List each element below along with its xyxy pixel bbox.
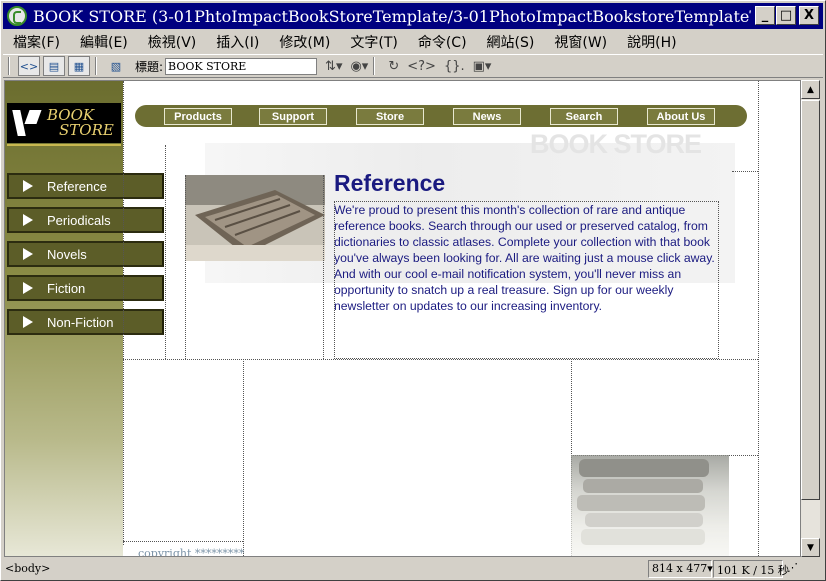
play-arrow-icon <box>23 214 33 226</box>
download-time-readout: 101 K / 15 秒 <box>713 560 789 578</box>
title-bar: BOOK STORE (3-01PhtoImpactBookStoreTempl… <box>3 3 823 29</box>
bookstore-logo: BOOK STORE <box>7 103 121 143</box>
file-management-icon[interactable]: ⇅▾ <box>325 59 342 74</box>
design-view-icon[interactable]: ▦ <box>68 56 90 76</box>
design-view[interactable]: BOOK STORE BOOK STORE Products Support S… <box>4 80 801 557</box>
nav-search[interactable]: Search <box>550 108 618 125</box>
side-nav-periodicals[interactable]: Periodicals <box>7 207 164 233</box>
table-guide <box>123 81 124 545</box>
toolbar-separator <box>95 57 97 75</box>
side-nav-reference[interactable]: Reference <box>7 173 164 199</box>
table-guide <box>123 541 243 542</box>
refresh-icon[interactable]: ↻ <box>388 59 399 74</box>
table-guide <box>123 359 758 360</box>
status-bar: <body> 814 x 477▾ 101 K / 15 秒 ⋰ <box>3 559 823 580</box>
resize-grip-icon[interactable]: ⋰ <box>784 560 818 578</box>
menu-insert[interactable]: 插入(I) <box>206 32 269 52</box>
table-guide <box>323 175 324 359</box>
maximize-button[interactable]: □ <box>776 6 796 25</box>
nav-store[interactable]: Store <box>356 108 424 125</box>
reference-icon[interactable]: <?> <box>407 59 436 74</box>
view-options-icon[interactable]: ▣▾ <box>473 59 492 74</box>
scroll-thumb[interactable] <box>801 100 820 500</box>
nav-support[interactable]: Support <box>259 108 327 125</box>
logo-underline <box>7 144 121 146</box>
title-field-label: 標題: <box>135 59 164 74</box>
nav-news[interactable]: News <box>453 108 521 125</box>
menu-view[interactable]: 檢視(V) <box>138 32 207 52</box>
menu-edit[interactable]: 編輯(E) <box>70 32 138 52</box>
close-button[interactable]: X <box>799 6 819 25</box>
page-title-input[interactable]: BOOK STORE <box>165 57 318 75</box>
menu-bar: 檔案(F) 編輯(E) 檢視(V) 插入(I) 修改(M) 文字(T) 命令(C… <box>3 31 823 53</box>
code-view-icon[interactable]: <> <box>18 56 40 76</box>
old-books-image <box>571 455 729 556</box>
menu-site[interactable]: 網站(S) <box>477 32 545 52</box>
toolbar-separator <box>373 57 376 75</box>
table-guide <box>165 145 166 359</box>
window-title: BOOK STORE (3-01PhtoImpactBookStoreTempl… <box>33 6 751 26</box>
table-guide <box>732 171 758 172</box>
dreamweaver-app-icon[interactable] <box>7 6 27 26</box>
minimize-button[interactable]: _ <box>755 6 775 25</box>
logo-v-mark <box>15 110 41 136</box>
window-size-readout[interactable]: 814 x 477▾ <box>648 560 713 578</box>
copyright-text: copyright ********* <box>138 547 245 557</box>
live-data-icon[interactable]: ▧ <box>105 56 127 76</box>
dock-photo <box>185 175 325 261</box>
menu-text[interactable]: 文字(T) <box>340 32 407 52</box>
play-arrow-icon <box>23 282 33 294</box>
menu-modify[interactable]: 修改(M) <box>269 32 340 52</box>
side-nav-non-fiction[interactable]: Non-Fiction <box>7 309 164 335</box>
content-heading: Reference <box>334 170 446 196</box>
table-guide <box>334 201 719 359</box>
code-navigation-icon[interactable]: {}. <box>444 59 465 74</box>
app-window: BOOK STORE (3-01PhtoImpactBookStoreTempl… <box>0 0 826 581</box>
nav-about-us[interactable]: About Us <box>647 108 715 125</box>
document-toolbar: <> ▤ ▦ ▧ 標題: BOOK STORE ⇅▾ ◉▾ ↻ <?> {}. … <box>3 54 823 78</box>
top-navigation-bar: Products Support Store News Search About… <box>135 105 747 127</box>
menu-file[interactable]: 檔案(F) <box>3 32 70 52</box>
table-guide <box>185 175 186 359</box>
side-nav-fiction[interactable]: Fiction <box>7 275 164 301</box>
table-guide <box>758 81 759 556</box>
table-guide <box>243 359 244 556</box>
bookstore-watermark: BOOK STORE <box>530 129 702 159</box>
scroll-down-icon[interactable]: ▼ <box>801 538 820 557</box>
vertical-scrollbar[interactable]: ▲ ▼ <box>801 80 820 557</box>
menu-commands[interactable]: 命令(C) <box>408 32 477 52</box>
play-arrow-icon <box>23 316 33 328</box>
toolbar-grip <box>8 57 10 75</box>
scroll-up-icon[interactable]: ▲ <box>801 80 820 99</box>
nav-products[interactable]: Products <box>164 108 232 125</box>
preview-browser-icon[interactable]: ◉▾ <box>350 59 368 74</box>
menu-help[interactable]: 說明(H) <box>617 32 686 52</box>
split-view-icon[interactable]: ▤ <box>43 56 65 76</box>
logo-text-store: STORE <box>59 121 114 139</box>
menu-window[interactable]: 視窗(W) <box>544 32 617 52</box>
tag-selector-body[interactable]: <body> <box>5 562 50 575</box>
play-arrow-icon <box>23 180 33 192</box>
side-nav-novels[interactable]: Novels <box>7 241 164 267</box>
play-arrow-icon <box>23 248 33 260</box>
